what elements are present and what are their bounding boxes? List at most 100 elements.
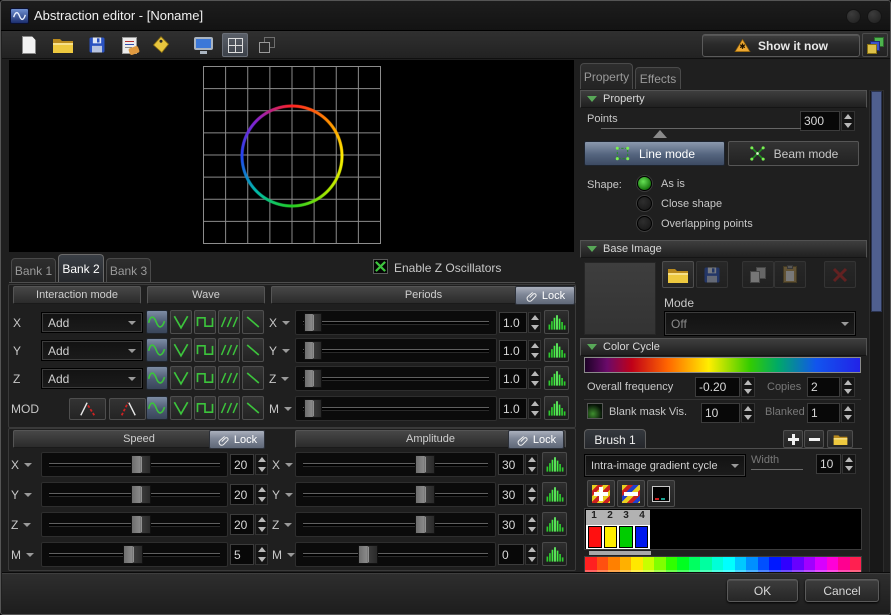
periods-spinner-x[interactable] [528,312,541,333]
ok-button[interactable]: OK [727,579,798,602]
speed-tag-z[interactable]: Z [11,515,31,535]
amplitude-slider-x[interactable] [295,452,496,477]
base-image-mode-dropdown[interactable]: Off [664,311,856,336]
close-button[interactable] [867,9,882,24]
base-image-open-button[interactable] [662,261,694,288]
speed-tag-m[interactable]: M [11,545,34,565]
wave-sawtooth-x[interactable] [218,310,240,334]
speed-value-y[interactable]: 20 [230,484,254,505]
periods-tag-y[interactable]: Y [269,341,290,361]
amplitude-slider-y[interactable] [295,482,496,507]
speed-slider-m[interactable] [41,542,228,567]
spin-down-icon[interactable] [531,325,539,330]
wave-ramp-mod[interactable] [242,396,264,420]
monitor-button[interactable] [190,33,216,57]
amplitude-tag-z[interactable]: Z [272,515,292,535]
points-spinner[interactable] [841,111,855,131]
width-value[interactable]: 10 [816,454,841,474]
wave-square-x[interactable] [194,310,216,334]
slider-thumb[interactable] [415,485,435,504]
fft-button-amplitude-z[interactable] [542,512,567,536]
copies-value[interactable]: 2 [807,377,840,397]
enable-z-checkbox[interactable] [373,259,388,274]
base-image-section-header[interactable]: Base Image [580,240,867,258]
tab-property[interactable]: Property [580,63,633,89]
spin-up-icon[interactable] [258,487,266,492]
tab-bank-1[interactable]: Bank 1 [11,258,56,282]
tab-bank-3[interactable]: Bank 3 [106,258,151,282]
mod-ramp-up-button[interactable] [69,398,106,420]
spin-up-icon[interactable] [528,457,536,462]
save-button[interactable] [84,33,110,57]
slider-thumb[interactable] [415,515,435,534]
spin-down-icon[interactable] [258,497,266,502]
spin-down-icon[interactable] [528,497,536,502]
spin-up-icon[interactable] [258,457,266,462]
speed-spinner-y[interactable] [255,484,268,505]
points-slider-marker[interactable] [653,130,667,138]
spin-up-icon[interactable] [844,380,852,385]
periods-slider-mod[interactable] [295,396,497,421]
open-button[interactable] [50,33,76,57]
slider-thumb[interactable] [131,485,151,504]
color-slot-3[interactable] [619,526,633,548]
wave-sawtooth-y[interactable] [218,338,240,362]
interaction-mode-x-dropdown[interactable]: Add [41,312,143,333]
wave-triangle-z[interactable] [170,366,192,390]
preview-canvas[interactable] [9,60,574,252]
base-image-paste-button[interactable] [774,261,806,288]
spin-up-icon[interactable] [528,487,536,492]
gradient-frame-button[interactable] [647,480,675,507]
color-cycle-gradient-bar[interactable] [584,357,861,373]
spin-down-icon[interactable] [528,527,536,532]
amplitude-spinner-x[interactable] [525,454,538,475]
wave-sine-x[interactable] [146,310,168,334]
amplitude-value-x[interactable]: 30 [498,454,524,475]
spin-up-icon[interactable] [531,315,539,320]
wave-ramp-y[interactable] [242,338,264,362]
brush-remove-button[interactable] [804,430,824,448]
brush-folder-button[interactable] [827,430,853,448]
copies-spinner[interactable] [841,377,855,397]
overall-frequency-spinner[interactable] [741,377,755,397]
fft-button-periods-mod[interactable] [544,396,569,420]
slider-thumb[interactable] [304,369,322,388]
line-mode-button[interactable]: Line mode [584,141,725,166]
spin-up-icon[interactable] [531,371,539,376]
spin-down-icon[interactable] [531,381,539,386]
amplitude-lock-button[interactable]: Lock [508,430,564,449]
mod-ramp-down-button[interactable] [109,398,146,420]
base-image-save-button[interactable] [696,261,728,288]
fft-button-periods-y[interactable] [544,338,569,362]
spin-up-icon[interactable] [531,343,539,348]
spin-up-icon[interactable] [258,517,266,522]
speed-value-m[interactable]: 5 [230,544,254,565]
periods-tag-x[interactable]: X [269,313,290,333]
tab-brush-1[interactable]: Brush 1 [584,429,646,449]
amplitude-tag-m[interactable]: M [272,545,295,565]
color-slot-4[interactable] [635,526,649,548]
amplitude-value-z[interactable]: 30 [498,514,524,535]
spin-down-icon[interactable] [531,411,539,416]
slider-thumb[interactable] [304,341,322,360]
spin-up-icon[interactable] [744,380,752,385]
spin-down-icon[interactable] [258,527,266,532]
radio-close-shape[interactable] [637,196,652,211]
periods-value-z[interactable]: 1.0 [499,368,527,389]
periods-spinner-mod[interactable] [528,398,541,419]
spin-down-icon[interactable] [258,467,266,472]
overall-frequency-value[interactable]: -0.20 [695,377,740,397]
interaction-mode-y-dropdown[interactable]: Add [41,340,143,361]
spin-up-icon[interactable] [844,406,852,411]
spin-down-icon[interactable] [844,123,852,128]
periods-tag-mod[interactable]: M [269,399,292,419]
spin-down-icon[interactable] [528,467,536,472]
spin-up-icon[interactable] [531,401,539,406]
amplitude-slider-z[interactable] [295,512,496,537]
show-it-now-button[interactable]: Show it now [702,34,860,57]
periods-lock-button[interactable]: Lock [515,286,575,305]
amplitude-spinner-m[interactable] [525,544,538,565]
periods-value-x[interactable]: 1.0 [499,312,527,333]
gradient-add-button[interactable] [587,480,615,507]
speed-spinner-m[interactable] [255,544,268,565]
